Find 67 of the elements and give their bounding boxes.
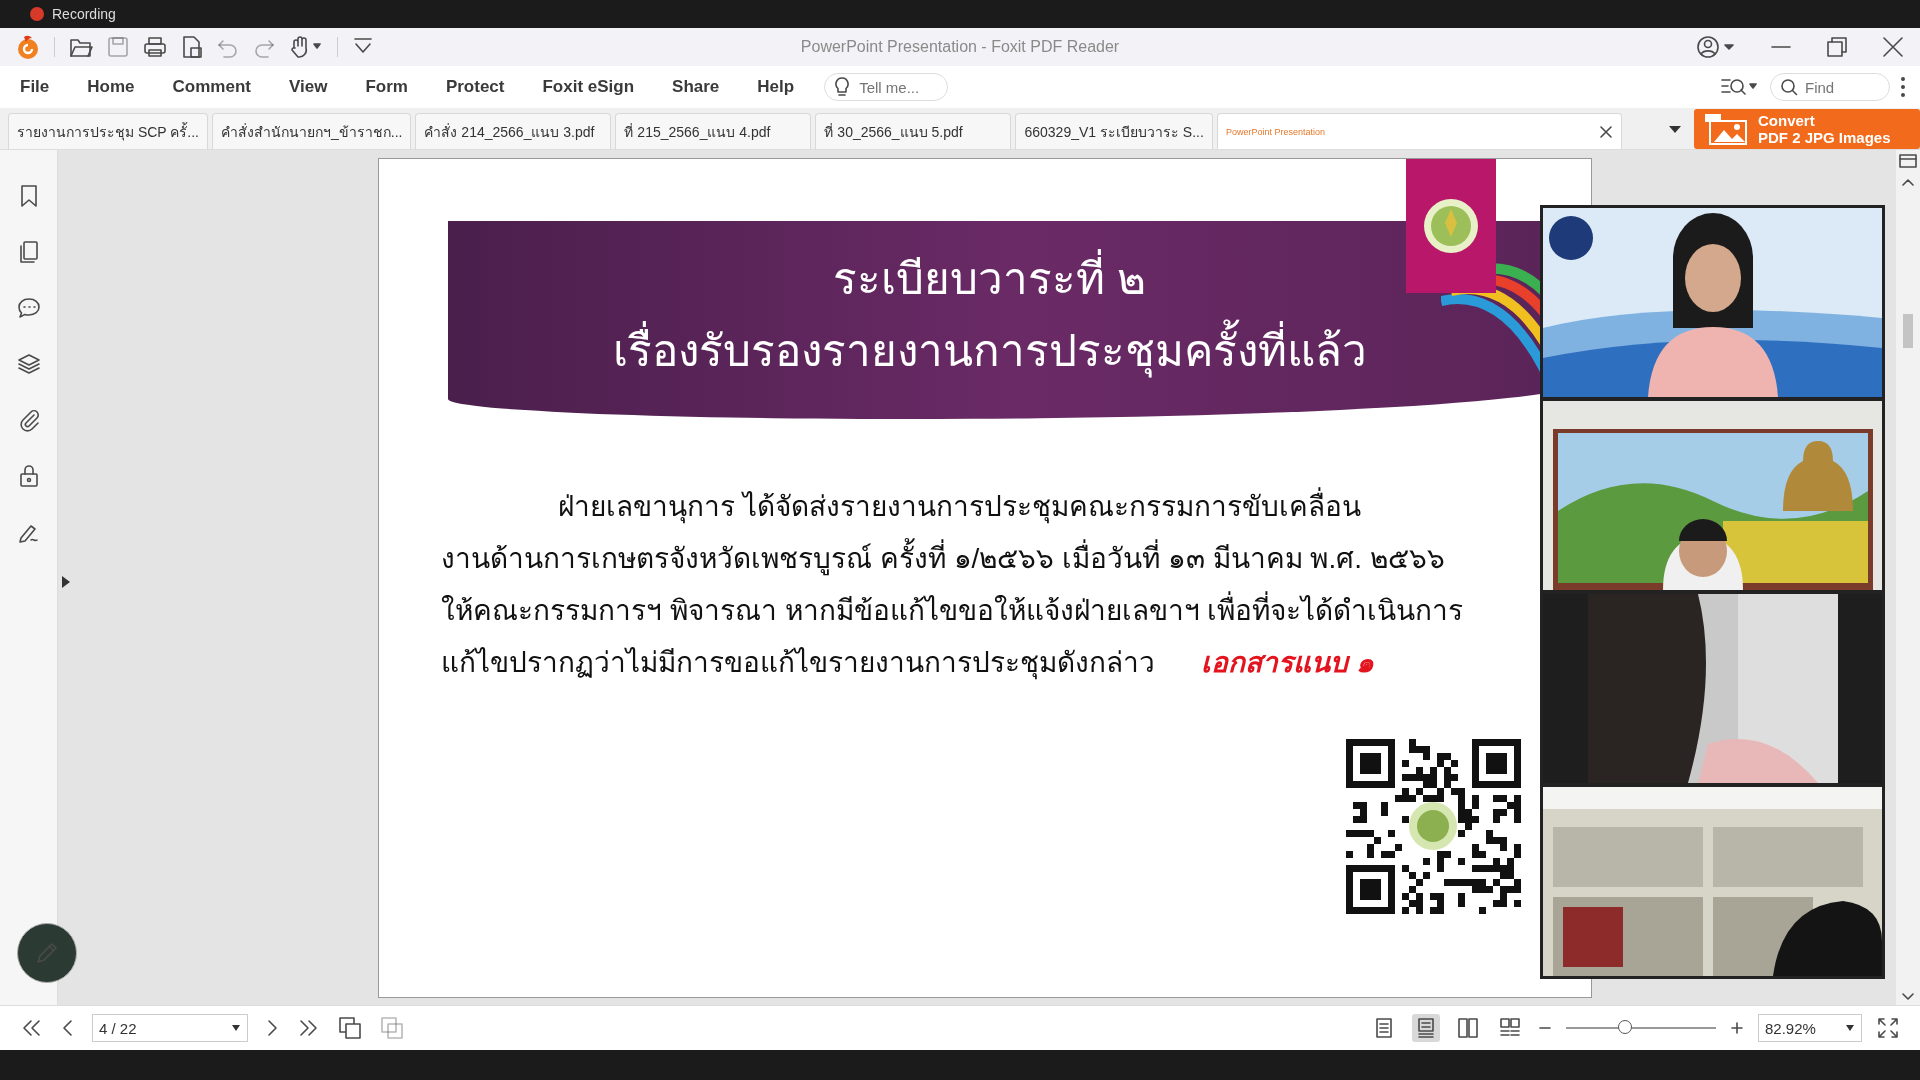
menu-item[interactable]: Form <box>365 77 408 97</box>
close-icon[interactable] <box>1882 36 1904 58</box>
lightbulb-icon <box>834 77 851 97</box>
find-field[interactable]: Find <box>1770 73 1890 101</box>
attachment-label: เอกสารแนบ ๑ <box>1201 647 1374 678</box>
tab-list-caret-icon[interactable] <box>1668 123 1682 134</box>
open-folder-icon[interactable] <box>69 36 93 58</box>
menu-item[interactable]: Help <box>757 77 795 97</box>
scrollbar-thumb[interactable] <box>1903 314 1913 348</box>
menu-item[interactable]: Home <box>87 77 135 97</box>
document-tab[interactable]: 660329_V1 ระเบียบวาระ S... <box>1015 113 1213 149</box>
page-number-field[interactable]: 4 / 22 <box>92 1014 248 1042</box>
print-icon[interactable] <box>143 36 167 58</box>
continuous-facing-icon <box>1499 1017 1521 1039</box>
previous-view-icon[interactable] <box>338 1016 362 1040</box>
scroll-down-icon[interactable] <box>1902 993 1914 1001</box>
continuous-page-icon <box>1415 1017 1437 1039</box>
layers-icon[interactable] <box>16 352 41 376</box>
search-icon <box>1780 78 1798 96</box>
pencil-icon <box>34 940 60 966</box>
facing-pages-icon <box>1457 1017 1479 1039</box>
tab-close-icon[interactable] <box>1598 124 1613 139</box>
body-text: ให้คณะกรรมการฯ พิจารณา หากมีข้อแก้ไขขอให้แจ้งฝ่ายเลขาฯ เพื่อที่จะได้ดำเนินการ <box>441 585 1464 637</box>
recording-dot-icon <box>30 7 44 21</box>
document-tab[interactable]: รายงานการประชุม SCP ครั้... <box>8 113 208 149</box>
body-text: งานด้านการเกษตรจังหวัดเพชรบูรณ์ ครั้งที่ ๑/๒๕๖๖ เมื่อวันที่ ๑๓ มีนาคม พ.ศ. ๒๕๖๖ <box>441 533 1445 585</box>
view-mode-button[interactable] <box>1412 1014 1440 1042</box>
previous-page-icon[interactable] <box>60 1018 74 1038</box>
slide-title: ระเบียบวาระที่ ๒ <box>832 243 1147 315</box>
body-text: ฝ่ายเลขานุการ ได้จัดส่งรายงานการประชุมคณะกรรมการขับเคลื่อน <box>558 481 1361 533</box>
first-page-icon[interactable] <box>20 1018 42 1038</box>
zoom-field[interactable]: 82.92% <box>1758 1014 1862 1042</box>
menu-item[interactable]: Foxit eSign <box>542 77 635 97</box>
menu-item[interactable]: Protect <box>445 77 505 97</box>
last-page-icon[interactable] <box>298 1018 320 1038</box>
dropdown-caret-icon[interactable] <box>231 1024 241 1032</box>
comment-icon[interactable] <box>16 296 41 320</box>
document-tab[interactable]: คำสั่ง 214_2566_แนบ 3.pdf <box>415 113 612 149</box>
account-icon[interactable] <box>1696 35 1736 59</box>
tell-me-field[interactable]: Tell me... <box>824 73 949 101</box>
restore-icon[interactable] <box>1826 36 1848 58</box>
create-document-icon[interactable] <box>181 35 203 59</box>
more-options-icon[interactable] <box>1900 76 1906 98</box>
image-convert-icon <box>1704 112 1748 145</box>
document-tab[interactable]: คำสั่งสำนักนายกฯ_ข้าราชก... <box>212 113 412 149</box>
body-text: แก้ไขปรากฏว่าไม่มีการขอแก้ไขรายงานการประชุมดังกล่าว <box>441 647 1155 678</box>
zoom-in-icon[interactable] <box>1730 1021 1744 1035</box>
scroll-up-icon[interactable] <box>1902 178 1914 186</box>
menu-item[interactable]: Share <box>672 77 720 97</box>
next-page-icon[interactable] <box>266 1018 280 1038</box>
panel-toggle-icon[interactable] <box>1899 154 1917 168</box>
document-tab[interactable]: ที่ 215_2566_แนบ 4.pdf <box>615 113 812 149</box>
menu-item[interactable]: File <box>20 77 50 97</box>
menu-item[interactable]: View <box>288 77 328 97</box>
fullscreen-icon[interactable] <box>1876 1016 1900 1040</box>
window-title: PowerPoint Presentation - Foxit PDF Reader <box>800 38 1120 56</box>
zoom-slider-thumb[interactable] <box>1618 1020 1632 1034</box>
expand-panel-icon[interactable] <box>61 575 71 589</box>
save-icon[interactable] <box>107 36 129 58</box>
hand-tool-icon[interactable] <box>289 35 323 59</box>
slide-title: เรื่องรับรองรายงานการประชุมครั้งที่แล้ว <box>612 315 1367 387</box>
dropdown-caret-icon[interactable] <box>1845 1024 1855 1032</box>
recording-label: Recording <box>52 6 116 22</box>
foxit-logo-icon[interactable] <box>16 34 40 60</box>
document-tab[interactable]: ที่ 30_2566_แนบ 5.pdf <box>815 113 1012 149</box>
single-page-icon <box>1373 1017 1395 1039</box>
menu-item[interactable]: Comment <box>172 77 251 97</box>
